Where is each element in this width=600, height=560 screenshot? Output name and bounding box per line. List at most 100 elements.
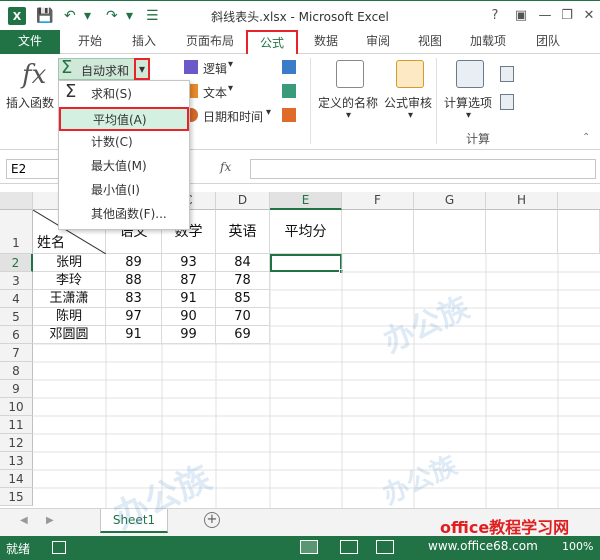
calc-now-icon[interactable] (500, 66, 514, 82)
row-header[interactable]: 7 (0, 344, 33, 362)
chinese-score[interactable]: 83 (106, 290, 162, 308)
logical-button[interactable]: 逻辑 (203, 60, 227, 77)
menu-item-count[interactable]: 计数(C) (59, 131, 189, 155)
sheet-tab-sheet1[interactable]: Sheet1 (100, 509, 168, 533)
calc-sheet-icon[interactable] (500, 94, 514, 110)
row-header[interactable]: 2 (0, 254, 33, 272)
empty-cell[interactable] (486, 210, 558, 254)
scroll-right-icon[interactable]: ▶ (46, 515, 54, 526)
column-header-h[interactable]: H (486, 192, 558, 210)
scroll-left-icon[interactable]: ◀ (20, 515, 28, 526)
close-button[interactable]: ✕ (578, 5, 600, 27)
column-header-d[interactable]: D (216, 192, 270, 210)
row-header[interactable]: 12 (0, 434, 33, 452)
minimize-button[interactable]: — (534, 5, 556, 27)
insert-function-button[interactable]: 插入函数 (6, 94, 54, 111)
tab-page-layout[interactable]: 页面布局 (180, 30, 240, 54)
tab-file[interactable]: 文件 (0, 30, 60, 54)
more-functions-icon[interactable] (282, 108, 296, 122)
add-sheet-button[interactable]: + (204, 512, 220, 528)
math-score[interactable]: 93 (162, 254, 216, 272)
formula-auditing-dropdown-icon[interactable]: ▾ (408, 110, 413, 121)
english-header[interactable]: 英语 (216, 210, 270, 254)
page-break-view-icon[interactable] (376, 540, 394, 554)
menu-item-average[interactable]: 平均值(A) (59, 107, 189, 131)
select-all-corner[interactable] (0, 192, 33, 210)
column-header-g[interactable]: G (414, 192, 486, 210)
collapse-ribbon-icon[interactable]: ⌃ (582, 132, 590, 143)
math-score[interactable]: 91 (162, 290, 216, 308)
math-score[interactable]: 87 (162, 272, 216, 290)
math-score[interactable]: 99 (162, 326, 216, 344)
zoom-level[interactable]: 100% (562, 540, 593, 553)
english-score[interactable]: 84 (216, 254, 270, 272)
column-header-e[interactable]: E (270, 192, 342, 210)
empty-cell[interactable] (414, 210, 486, 254)
tab-team[interactable]: 团队 (530, 30, 566, 54)
row-header[interactable]: 14 (0, 470, 33, 488)
tab-view[interactable]: 视图 (412, 30, 448, 54)
tab-home[interactable]: 开始 (72, 30, 108, 54)
insert-function-icon[interactable]: fx (22, 60, 46, 90)
row-header[interactable]: 11 (0, 416, 33, 434)
menu-item-more-functions[interactable]: 其他函数(F)... (59, 203, 189, 227)
menu-item-max[interactable]: 最大值(M) (59, 155, 189, 179)
row-header[interactable]: 3 (0, 272, 33, 290)
normal-view-icon[interactable] (300, 540, 318, 554)
math-trig-icon[interactable] (282, 84, 296, 98)
average-header[interactable]: 平均分 (270, 210, 342, 254)
fill-handle[interactable] (339, 269, 344, 274)
menu-item-min[interactable]: 最小值(I) (59, 179, 189, 203)
selected-cell-e2[interactable] (270, 254, 344, 274)
row-header[interactable]: 8 (0, 362, 33, 380)
chinese-score[interactable]: 89 (106, 254, 162, 272)
student-name[interactable]: 陈明 (33, 308, 106, 326)
macro-record-icon[interactable] (52, 541, 66, 554)
calc-options-button[interactable]: 计算选项 (444, 94, 492, 111)
empty-cell[interactable] (342, 210, 414, 254)
help-button[interactable]: ? (484, 5, 506, 27)
row-header[interactable]: 1 (0, 210, 33, 254)
ribbon-display-icon[interactable]: ▣ (510, 5, 532, 27)
formula-auditing-button[interactable]: 公式审核 (384, 94, 432, 111)
insert-function-fx-icon[interactable]: fx (220, 160, 231, 174)
tab-data[interactable]: 数据 (308, 30, 344, 54)
row-header[interactable]: 4 (0, 290, 33, 308)
chinese-score[interactable]: 91 (106, 326, 162, 344)
menu-item-sum[interactable]: Σ 求和(S) (59, 81, 189, 107)
english-score[interactable]: 70 (216, 308, 270, 326)
lookup-icon[interactable] (282, 60, 296, 74)
english-score[interactable]: 78 (216, 272, 270, 290)
row-header[interactable]: 10 (0, 398, 33, 416)
tab-review[interactable]: 审阅 (360, 30, 396, 54)
tab-insert[interactable]: 插入 (126, 30, 162, 54)
datetime-dropdown-icon[interactable]: ▾ (266, 107, 271, 118)
student-name[interactable]: 李玲 (33, 272, 106, 290)
defined-names-dropdown-icon[interactable]: ▾ (346, 110, 351, 121)
column-header-i[interactable] (558, 192, 600, 210)
chinese-score[interactable]: 97 (106, 308, 162, 326)
page-layout-view-icon[interactable] (340, 540, 358, 554)
defined-names-button[interactable]: 定义的名称 (318, 94, 378, 111)
tab-addins[interactable]: 加载项 (464, 30, 512, 54)
row-header[interactable]: 6 (0, 326, 33, 344)
datetime-button[interactable]: 日期和时间 (203, 108, 263, 125)
tab-formulas[interactable]: 公式 (246, 30, 298, 55)
row-header[interactable]: 13 (0, 452, 33, 470)
english-score[interactable]: 85 (216, 290, 270, 308)
column-header-f[interactable]: F (342, 192, 414, 210)
row-header[interactable]: 5 (0, 308, 33, 326)
calc-options-dropdown-icon[interactable]: ▾ (466, 110, 471, 121)
english-score[interactable]: 69 (216, 326, 270, 344)
text-dropdown-icon[interactable]: ▾ (228, 83, 233, 94)
student-name[interactable]: 王潇潇 (33, 290, 106, 308)
autosum-dropdown-button[interactable]: ▾ (134, 58, 150, 80)
empty-cell[interactable] (558, 210, 600, 254)
math-score[interactable]: 90 (162, 308, 216, 326)
formula-input[interactable] (250, 159, 596, 179)
row-header[interactable]: 9 (0, 380, 33, 398)
restore-button[interactable]: ❐ (556, 5, 578, 27)
student-name[interactable]: 邓圆圆 (33, 326, 106, 344)
student-name[interactable]: 张明 (33, 254, 106, 272)
row-header[interactable]: 15 (0, 488, 33, 506)
